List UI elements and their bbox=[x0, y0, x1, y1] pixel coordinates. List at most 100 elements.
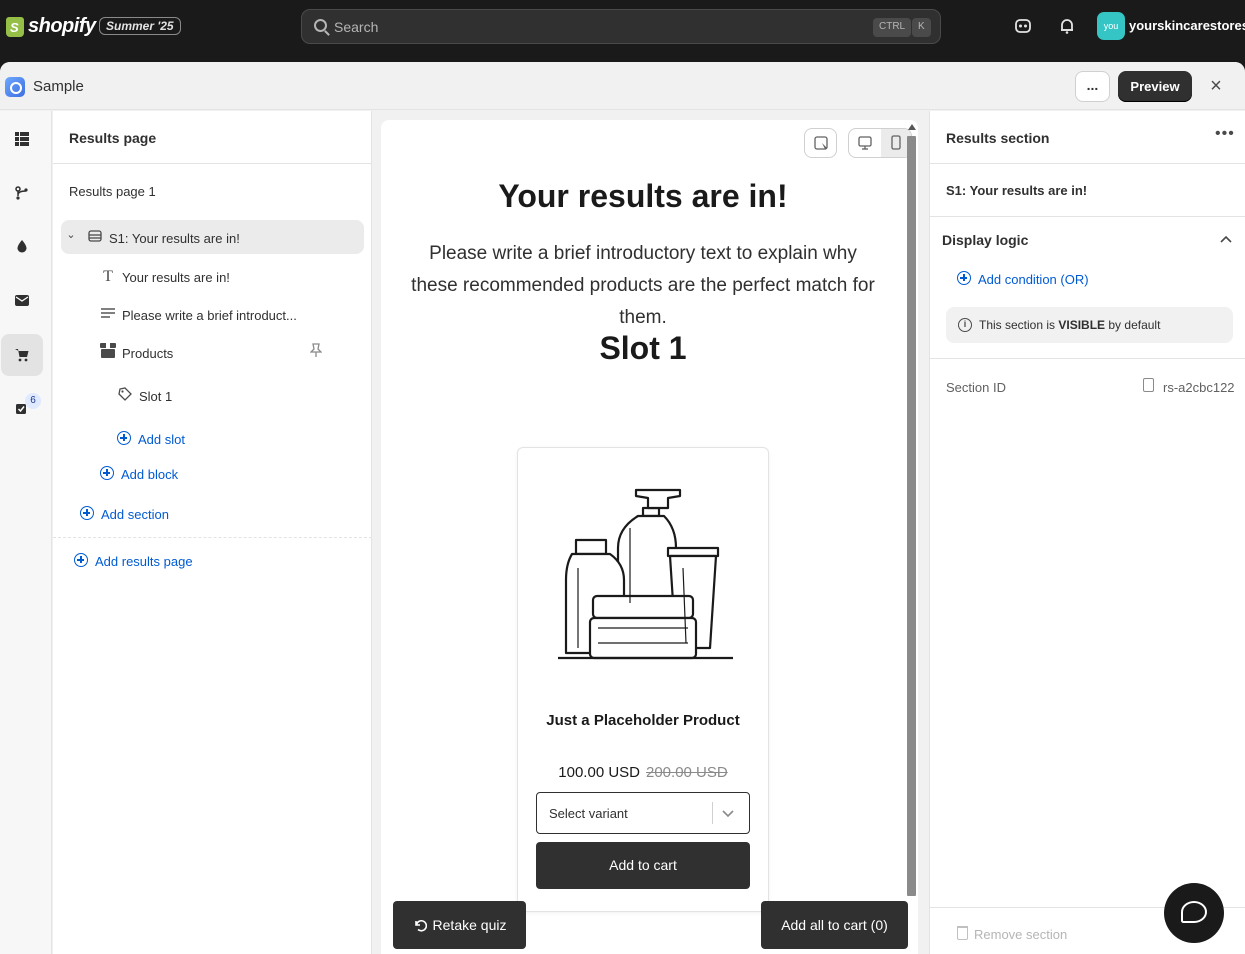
admin-topbar: shopify Summer '25 Search CTRL K you you… bbox=[0, 0, 1245, 54]
divider bbox=[53, 537, 372, 538]
add-slot-link[interactable]: Add slot bbox=[138, 432, 185, 447]
grid-icon bbox=[15, 132, 29, 146]
section-id-value[interactable]: rs-a2cbc122 bbox=[1163, 380, 1235, 395]
add-all-to-cart-button[interactable]: Add all to cart (0) bbox=[761, 901, 908, 949]
visibility-info-box: i This section is VISIBLE by default bbox=[946, 307, 1233, 343]
add-block-plus-icon bbox=[100, 466, 114, 480]
tree-block-heading[interactable]: Your results are in! bbox=[122, 270, 230, 285]
divider bbox=[53, 163, 372, 164]
shortcut-ctrl-key: CTRL bbox=[873, 18, 912, 37]
tree-block-products[interactable]: Products bbox=[122, 346, 173, 361]
edition-badge[interactable]: Summer '25 bbox=[99, 17, 181, 35]
add-results-page-plus-icon bbox=[74, 553, 88, 567]
store-name[interactable]: yourskincarestores bbox=[1129, 18, 1245, 33]
add-section-link[interactable]: Add section bbox=[101, 507, 169, 522]
variant-select[interactable]: Select variant bbox=[536, 792, 750, 834]
visibility-text: This section is VISIBLE by default bbox=[979, 318, 1160, 332]
properties-panel: Results section ••• S1: Your results are… bbox=[929, 111, 1245, 954]
products-box-icon bbox=[99, 343, 117, 361]
divider bbox=[930, 163, 1245, 164]
window-header: Sample ... Preview × bbox=[0, 62, 1245, 110]
add-block-link[interactable]: Add block bbox=[121, 467, 178, 482]
search-icon bbox=[314, 19, 327, 32]
search-bar[interactable]: Search CTRL K bbox=[301, 9, 941, 44]
tag-icon bbox=[116, 387, 134, 404]
chevron-up-icon[interactable] bbox=[1220, 234, 1232, 246]
shopify-logo[interactable]: shopify bbox=[6, 15, 96, 38]
retake-quiz-label: Retake quiz bbox=[432, 917, 507, 933]
rail-item-blocks[interactable] bbox=[1, 118, 43, 160]
chevron-down-icon bbox=[722, 810, 734, 818]
pin-icon[interactable] bbox=[307, 343, 325, 361]
add-results-page-link[interactable]: Add results page bbox=[95, 554, 193, 569]
remove-section-button[interactable]: Remove section bbox=[974, 927, 1067, 942]
product-name[interactable]: Just a Placeholder Product bbox=[518, 712, 768, 729]
app-title: Sample bbox=[33, 78, 84, 95]
results-page-item[interactable]: Results page 1 bbox=[69, 184, 156, 199]
variant-select-value: Select variant bbox=[549, 806, 628, 821]
tasks-count-badge: 6 bbox=[25, 393, 41, 409]
preview-canvas: Your results are in! Please write a brie… bbox=[381, 120, 918, 954]
rail-item-tasks[interactable]: 6 bbox=[1, 388, 43, 430]
shopify-bag-icon bbox=[6, 16, 24, 37]
chat-launcher-button[interactable] bbox=[1164, 883, 1224, 943]
section-icon bbox=[86, 229, 104, 246]
avatar[interactable]: you bbox=[1097, 12, 1125, 40]
add-condition-link[interactable]: Add condition (OR) bbox=[978, 272, 1089, 287]
scroll-up-arrow-icon[interactable] bbox=[908, 124, 916, 130]
retake-quiz-button[interactable]: Retake quiz bbox=[393, 901, 526, 949]
selected-section-name: S1: Your results are in! bbox=[946, 183, 1088, 198]
results-heading[interactable]: Your results are in! bbox=[381, 178, 905, 215]
product-price-row: 100.00 USD 200.00 USD bbox=[518, 764, 768, 781]
tree-block-text[interactable]: Please write a brief introduct... bbox=[122, 308, 297, 323]
logo-text: shopify bbox=[28, 15, 96, 37]
chevron-down-icon[interactable]: ⌄ bbox=[62, 228, 80, 241]
tree-section-label[interactable]: S1: Your results are in! bbox=[109, 231, 240, 246]
device-toggle[interactable] bbox=[848, 128, 912, 158]
app-window: Sample ... Preview × 6 Results page Resu… bbox=[0, 62, 1245, 954]
product-image bbox=[558, 488, 733, 660]
tree-slot-1[interactable]: Slot 1 bbox=[139, 389, 172, 404]
preview-button[interactable]: Preview bbox=[1118, 71, 1192, 102]
visibility-prefix: This section is bbox=[979, 318, 1059, 332]
cart-icon bbox=[15, 349, 29, 362]
sidekick-icon[interactable] bbox=[1013, 17, 1033, 37]
add-to-cart-button[interactable]: Add to cart bbox=[536, 842, 750, 889]
desktop-icon[interactable] bbox=[849, 129, 881, 157]
results-intro-text[interactable]: Please write a brief introductory text t… bbox=[406, 238, 880, 334]
undo-icon bbox=[414, 920, 427, 932]
canvas-scrollbar[interactable] bbox=[907, 136, 916, 896]
structure-panel-title: Results page bbox=[69, 130, 157, 146]
add-section-plus-icon bbox=[80, 506, 94, 520]
search-placeholder: Search bbox=[334, 19, 379, 35]
divider bbox=[930, 358, 1245, 359]
product-compare-price: 200.00 USD bbox=[646, 764, 728, 781]
product-price: 100.00 USD bbox=[558, 764, 640, 781]
rail-item-logic[interactable] bbox=[1, 172, 43, 214]
add-slot-plus-icon bbox=[117, 431, 131, 445]
properties-panel-title: Results section bbox=[946, 130, 1050, 146]
product-card[interactable]: Just a Placeholder Product 100.00 USD 200… bbox=[517, 447, 769, 912]
close-icon[interactable]: × bbox=[1206, 74, 1226, 98]
select-divider bbox=[712, 802, 713, 824]
display-logic-title[interactable]: Display logic bbox=[942, 232, 1028, 248]
section-id-label: Section ID bbox=[946, 380, 1006, 395]
notification-bell-icon[interactable] bbox=[1057, 17, 1077, 37]
more-horizontal-icon[interactable]: ••• bbox=[1215, 125, 1235, 143]
slot-heading[interactable]: Slot 1 bbox=[381, 330, 905, 367]
visibility-state: VISIBLE bbox=[1058, 318, 1106, 332]
shortcut-k-key: K bbox=[912, 18, 931, 37]
info-icon: i bbox=[958, 318, 972, 332]
chat-bubble-icon bbox=[1181, 901, 1207, 923]
add-condition-plus-icon bbox=[957, 271, 971, 285]
text-heading-icon: T bbox=[103, 268, 113, 285]
structure-panel: Results page Results page 1 ⌄ S1: Your r… bbox=[53, 111, 372, 954]
divider bbox=[930, 216, 1245, 217]
inspect-button[interactable] bbox=[804, 128, 837, 158]
more-actions-button[interactable]: ... bbox=[1075, 71, 1110, 102]
clipboard-icon[interactable] bbox=[1143, 378, 1154, 392]
rail-item-results[interactable] bbox=[1, 334, 43, 376]
rail-item-design[interactable] bbox=[1, 226, 43, 268]
paragraph-icon bbox=[99, 307, 117, 323]
rail-item-email[interactable] bbox=[1, 280, 43, 322]
